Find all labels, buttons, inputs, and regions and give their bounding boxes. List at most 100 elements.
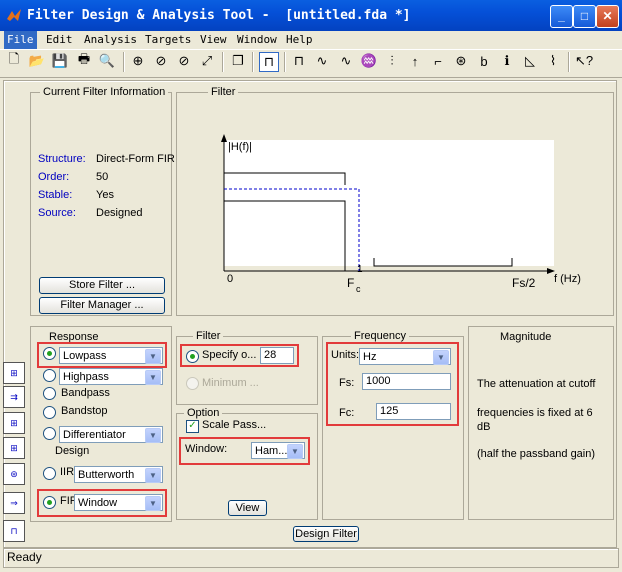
scale-pass-checkbox[interactable]: ✓ — [186, 420, 199, 433]
menu-help[interactable]: Help — [286, 33, 313, 46]
order-label: Order: — [38, 171, 70, 183]
menu-targets[interactable]: Targets — [145, 33, 191, 46]
print-preview-icon[interactable]: 🔍 — [98, 52, 116, 70]
filter-coefficients-icon[interactable]: ⊛ — [452, 52, 470, 70]
info-icon[interactable]: ℹ — [498, 52, 516, 70]
current-filter-info-title: Current Filter Information — [40, 86, 169, 98]
fir-radio[interactable] — [43, 496, 56, 509]
options-title: Option — [184, 407, 223, 419]
sidebar-realize-icon[interactable]: ⊞ — [3, 362, 25, 384]
fc-label: Fc: — [339, 407, 355, 419]
sidebar-transform-icon[interactable]: ⇉ — [3, 386, 25, 408]
window-dropdown[interactable]: Ham... ▼ — [251, 442, 305, 459]
print-icon[interactable]: 🖶 — [75, 51, 93, 70]
zoom-y-icon[interactable]: ⊘ — [175, 52, 193, 70]
minimum-order-radio[interactable] — [186, 377, 199, 390]
fs-input[interactable]: 1000 — [362, 373, 451, 390]
matlab-logo-icon — [7, 9, 21, 21]
bandstop-radio[interactable] — [43, 406, 56, 419]
fc-input[interactable]: 125 — [376, 403, 451, 420]
filter-spec-title: Filter — [208, 86, 239, 98]
structure-value: Direct-Form FIR — [96, 153, 175, 165]
bandpass-label: Bandpass — [61, 387, 110, 399]
differentiator-dropdown-value: Differentiator — [63, 429, 126, 441]
step-response-icon[interactable]: ↑ — [406, 52, 424, 70]
chevron-down-icon: ▼ — [145, 370, 161, 385]
window-dropdown-value: Ham... — [255, 445, 288, 457]
plot-fs2-label: Fs/2 — [512, 276, 536, 290]
chevron-down-icon: ▼ — [145, 496, 161, 511]
iir-radio[interactable] — [43, 467, 56, 480]
minimize-button[interactable]: _ — [550, 5, 573, 28]
highpass-dropdown[interactable]: Highpass ▼ — [59, 368, 163, 385]
round-off-noise-icon[interactable]: ⌇ — [544, 52, 562, 70]
full-view-icon[interactable]: ⤢ — [198, 52, 216, 70]
sidebar-quantize-icon[interactable]: ⊞ — [3, 412, 25, 434]
structure-label: Structure: — [38, 153, 86, 165]
specify-order-input[interactable]: 28 — [260, 347, 294, 364]
store-filter-button[interactable]: Store Filter ... — [39, 277, 165, 294]
order-value: 50 — [96, 171, 109, 183]
window-title: Filter Design & Analysis Tool - [untitle… — [27, 8, 411, 23]
bandpass-radio[interactable] — [43, 387, 56, 400]
chevron-down-icon: ▼ — [433, 350, 449, 365]
source-value: Designed — [96, 207, 143, 219]
filter-spec-plot — [221, 134, 555, 274]
whats-this-icon[interactable]: ↖? — [575, 52, 593, 70]
zoom-x-icon[interactable]: ⊘ — [152, 52, 170, 70]
new-figure-icon[interactable]: ❐ — [229, 52, 247, 70]
iir-dropdown[interactable]: Butterworth ▼ — [74, 466, 163, 483]
stable-value: Yes — [96, 189, 114, 201]
fir-dropdown-value: Window — [78, 497, 118, 509]
menu-analysis[interactable]: Analysis — [84, 33, 137, 46]
units-dropdown[interactable]: Hz ▼ — [359, 348, 451, 365]
source-label: Source: — [38, 207, 76, 219]
menu-view[interactable]: View — [200, 33, 227, 46]
view-button[interactable]: View — [228, 500, 267, 516]
plot-fc-sub: c — [356, 284, 361, 294]
zoom-in-icon[interactable]: ⊕ — [129, 52, 147, 70]
phase-response-icon[interactable]: ∿ — [313, 52, 331, 70]
impulse-response-icon[interactable]: ⫶ — [383, 52, 401, 70]
close-button[interactable]: ✕ — [596, 5, 619, 28]
filter-info-icon[interactable]: b — [475, 52, 493, 70]
open-icon[interactable]: 📂 — [28, 52, 46, 70]
sidebar-import-icon[interactable]: ⊛ — [3, 463, 25, 485]
units-dropdown-value: Hz — [363, 351, 377, 363]
lowpass-radio[interactable] — [43, 347, 56, 360]
sidebar-design-icon[interactable]: ⊓ — [3, 520, 25, 542]
fir-dropdown[interactable]: Window ▼ — [74, 494, 163, 511]
group-delay-icon[interactable]: ♒ — [360, 52, 378, 70]
magnitude-estimate-icon[interactable]: ◺ — [521, 52, 539, 70]
lowpass-dropdown[interactable]: Lowpass ▼ — [59, 347, 163, 364]
highpass-dropdown-value: Highpass — [63, 371, 109, 383]
menu-edit[interactable]: Edit — [46, 33, 73, 46]
specify-order-radio[interactable] — [186, 350, 199, 363]
filter-manager-button[interactable]: Filter Manager ... — [39, 297, 165, 314]
chevron-down-icon: ▼ — [145, 468, 161, 483]
maximize-button[interactable]: □ — [573, 5, 596, 28]
minimum-order-label: Minimum ... — [202, 377, 259, 389]
new-icon[interactable]: 🗋 — [5, 51, 23, 70]
design-filter-button[interactable]: Design Filter — [293, 526, 359, 542]
magnitude-response-icon[interactable]: ⊓ — [290, 52, 308, 70]
filter-order-title: Filter — [193, 330, 224, 342]
highpass-radio[interactable] — [43, 369, 56, 382]
chevron-down-icon: ▼ — [145, 349, 161, 364]
plot-ylabel: |H(f)| — [228, 141, 253, 153]
mag-phase-icon[interactable]: ∿ — [337, 52, 355, 70]
filter-spec-icon[interactable]: ⊓ — [259, 52, 279, 72]
sidebar-multirate-icon[interactable]: ⇒ — [3, 492, 25, 514]
sidebar-pole-zero-icon[interactable]: ⊞ — [3, 437, 25, 459]
status-text: Ready — [7, 550, 42, 564]
save-icon[interactable]: 💾 — [51, 52, 69, 70]
menu-window[interactable]: Window — [237, 33, 277, 46]
differentiator-dropdown[interactable]: Differentiator ▼ — [59, 426, 163, 443]
menu-file[interactable]: File — [4, 31, 37, 49]
bandstop-label: Bandstop — [61, 405, 108, 417]
scale-pass-label: Scale Pass... — [202, 419, 267, 431]
differentiator-radio[interactable] — [43, 427, 56, 440]
design-title: Design — [52, 445, 93, 457]
pole-zero-icon[interactable]: ⌐ — [429, 52, 447, 70]
frequency-title: Frequency — [351, 330, 409, 342]
